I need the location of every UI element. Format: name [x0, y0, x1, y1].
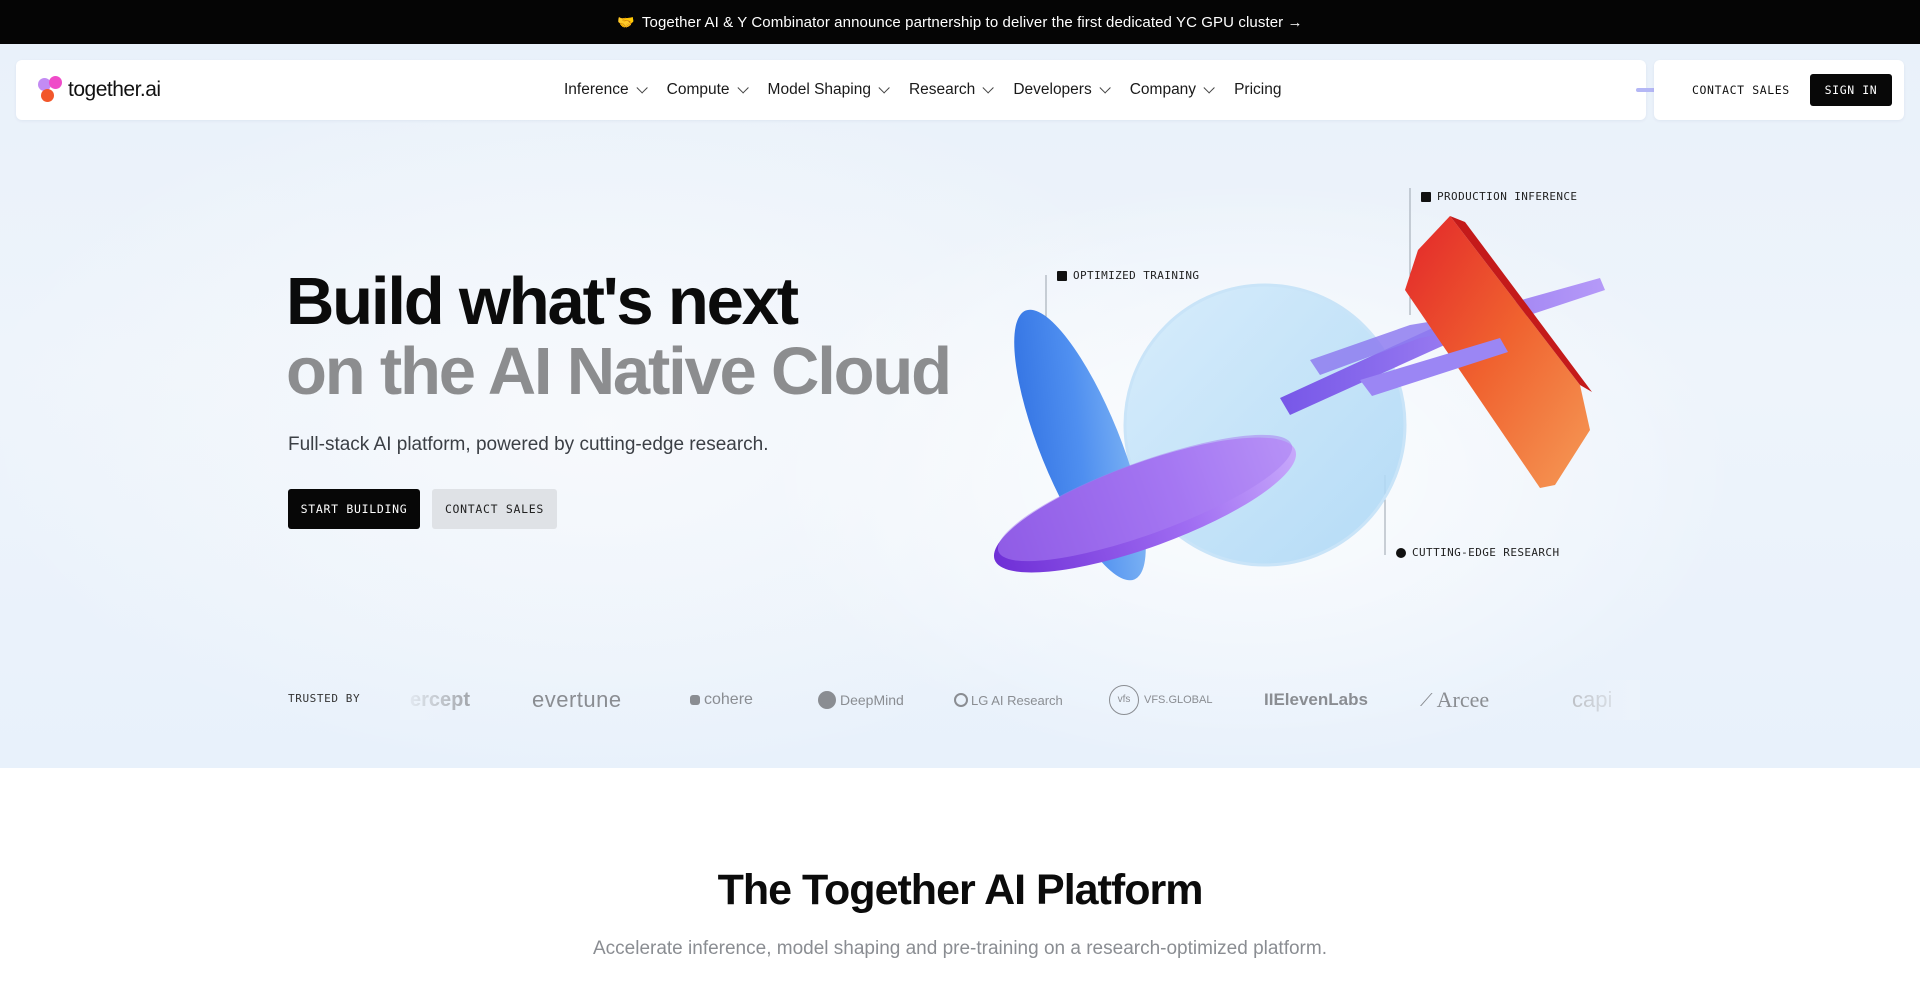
logo-cohere: cohere [690, 680, 753, 720]
nav-item-label: Inference [564, 81, 629, 98]
square-marker-icon [1421, 191, 1431, 202]
logo-carousel: ercept evertune cohere DeepMind LG AI Re… [400, 680, 1640, 720]
tag-cutting-edge-research: CUTTING-EDGE RESEARCH [1396, 546, 1559, 559]
logo-text: cohere [704, 691, 753, 708]
nav-item-label: Research [908, 81, 976, 98]
nav-item-label: Company [1129, 81, 1197, 98]
nav-item-compute[interactable]: Compute [666, 81, 749, 99]
hero-title-line2: on the AI Native Cloud [286, 334, 952, 409]
tag-label: PRODUCTION INFERENCE [1437, 190, 1578, 203]
chevron-down-icon [636, 82, 648, 94]
logo-text: LG AI Research [971, 692, 1063, 708]
sign-in-button[interactable]: SIGN IN [1810, 74, 1892, 106]
nav-item-label: Model Shaping [767, 81, 871, 98]
hero-contact-sales-button[interactable]: CONTACT SALES [432, 489, 557, 529]
trusted-by-label: TRUSTED BY [288, 692, 361, 705]
logo-text: together.ai [68, 78, 161, 101]
start-building-button[interactable]: START BUILDING [288, 489, 420, 529]
handshake-icon: 🤝 [617, 13, 635, 30]
vfs-icon: vfs [1109, 685, 1139, 715]
together-logo[interactable]: together.ai [36, 76, 161, 104]
nav-actions: CONTACT SALES SIGN IN [1654, 60, 1904, 120]
platform-subtitle: Accelerate inference, model shaping and … [592, 938, 1327, 959]
logo-evertune: evertune [532, 687, 622, 712]
logo-text: DeepMind [840, 692, 904, 708]
abstract-3d-shapes [993, 188, 1605, 581]
nav-item-pricing[interactable]: Pricing [1234, 81, 1281, 99]
nav-item-inference[interactable]: Inference [564, 81, 648, 99]
logo-deepmind: DeepMind [818, 680, 904, 720]
hero-title-line1: Build what's next [286, 264, 799, 339]
deepmind-icon [818, 691, 836, 709]
nav-item-label: Compute [666, 81, 730, 98]
chevron-down-icon [737, 82, 749, 94]
hero-illustration: OPTIMIZED TRAINING PRODUCTION INFERENCE … [980, 170, 1630, 640]
tag-label: OPTIMIZED TRAINING [1073, 269, 1200, 282]
chevron-down-icon [1099, 82, 1111, 94]
cohere-icon [690, 695, 700, 705]
square-marker-icon [1057, 270, 1067, 281]
chevron-down-icon [1203, 82, 1215, 94]
logo-capi: capi [1572, 687, 1613, 712]
logo-arcee: ⟋ Arcee [1420, 680, 1489, 720]
logo-mark-icon [36, 76, 64, 104]
logo-text: Arcee [1436, 687, 1490, 712]
nav-item-developers[interactable]: Developers [1013, 81, 1111, 99]
circle-marker-icon [1396, 547, 1406, 558]
platform-title: The Together AI Platform [717, 866, 1204, 914]
nav-item-company[interactable]: Company [1129, 81, 1215, 99]
logo-percept: ercept [410, 688, 471, 711]
nav-menu: Inference Compute Model Shaping Research… [564, 60, 1281, 120]
nav-item-model-shaping[interactable]: Model Shaping [767, 81, 890, 99]
announcement-bar[interactable]: 🤝 Together AI & Y Combinator announce pa… [0, 0, 1920, 44]
tag-label: CUTTING-EDGE RESEARCH [1412, 546, 1560, 559]
nav-item-research[interactable]: Research [908, 81, 995, 99]
logo-text: VFS.GLOBAL [1144, 694, 1213, 706]
tag-optimized-training: OPTIMIZED TRAINING [1057, 269, 1199, 282]
announcement-text[interactable]: Together AI & Y Combinator announce part… [642, 14, 1303, 31]
arcee-icon: ⟋ [1420, 689, 1433, 710]
logo-vfs-global: vfs VFS.GLOBAL [1109, 680, 1212, 720]
main-navbar: together.ai Inference Compute Model Shap… [16, 60, 1646, 120]
nav-item-label: Pricing [1234, 81, 1282, 98]
hero-subtitle: Full-stack AI platform, powered by cutti… [288, 434, 769, 455]
logo-lg-ai-research: LG AI Research [954, 680, 1063, 720]
nav-contact-sales-button[interactable]: CONTACT SALES [1692, 60, 1790, 120]
tag-production-inference: PRODUCTION INFERENCE [1421, 190, 1577, 203]
nav-item-label: Developers [1013, 81, 1092, 98]
chevron-down-icon [878, 82, 890, 94]
lg-icon [954, 693, 968, 707]
chevron-down-icon [982, 82, 995, 94]
logo-elevenlabs: IIElevenLabs [1264, 690, 1368, 709]
